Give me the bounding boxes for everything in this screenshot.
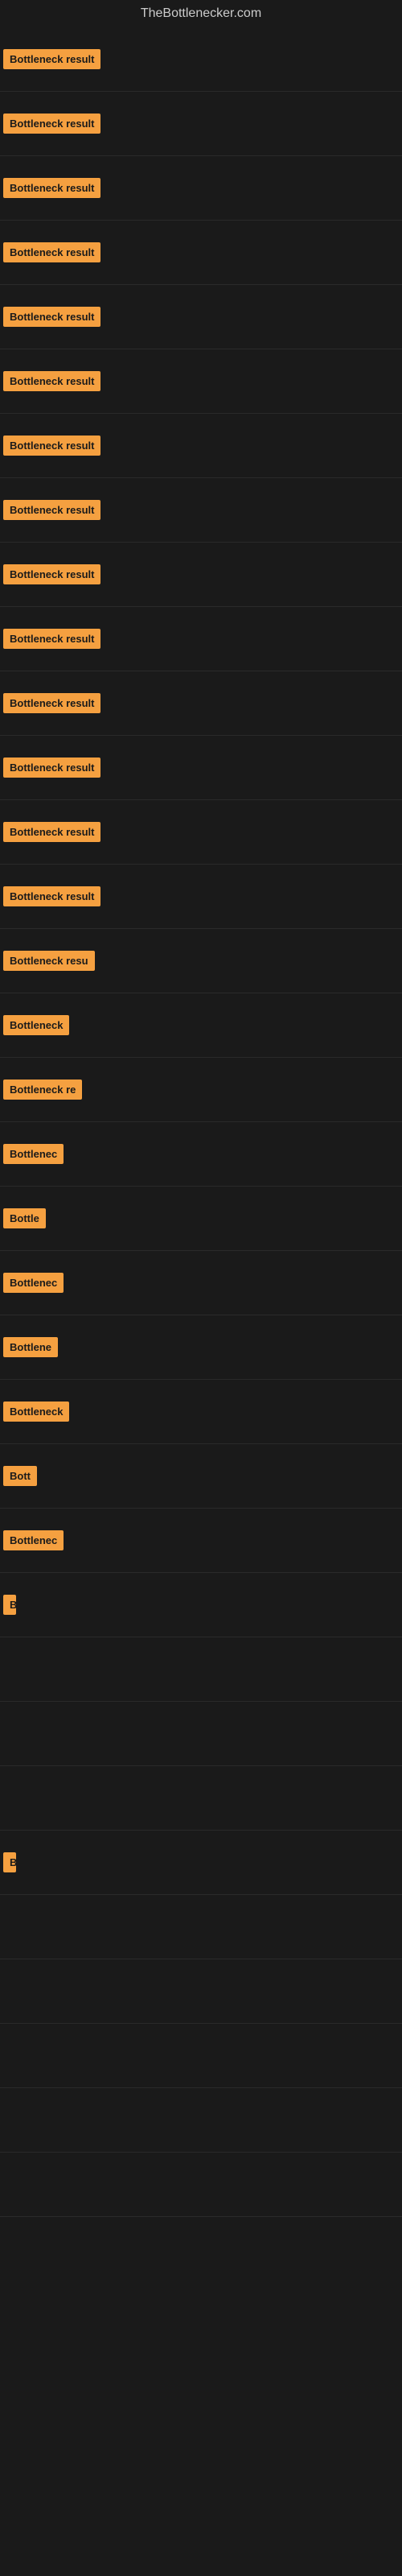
list-item (0, 1702, 402, 1766)
list-item: Bottlenec (0, 1509, 402, 1573)
bottleneck-badge[interactable]: Bottlenec (3, 1144, 64, 1164)
list-item (0, 2153, 402, 2217)
list-item: Bottleneck result (0, 543, 402, 607)
list-item (0, 2024, 402, 2088)
bottleneck-badge[interactable]: Bottleneck result (3, 242, 100, 262)
list-item: Bottleneck result (0, 156, 402, 221)
bottleneck-badge[interactable]: Bottleneck (3, 1402, 69, 1422)
list-item: Bottleneck result (0, 285, 402, 349)
bottleneck-badge[interactable]: Bottlene (3, 1337, 58, 1357)
site-title: TheBottlenecker.com (0, 0, 402, 27)
list-item: Bottleneck result (0, 865, 402, 929)
list-item: Bottleneck result (0, 27, 402, 92)
list-item: Bottleneck result (0, 478, 402, 543)
bottleneck-badge[interactable]: Bott (3, 1466, 37, 1486)
list-item: Bott (0, 1444, 402, 1509)
bottleneck-badge[interactable]: Bottleneck result (3, 758, 100, 778)
bottleneck-badge[interactable]: Bottleneck result (3, 693, 100, 713)
list-item (0, 1895, 402, 1959)
bottleneck-badge[interactable]: B (3, 1595, 16, 1615)
list-item: Bottle (0, 1187, 402, 1251)
bottleneck-badge[interactable]: Bottleneck result (3, 49, 100, 69)
bottleneck-badge[interactable]: Bottlenec (3, 1273, 64, 1293)
list-item: Bottleneck result (0, 221, 402, 285)
list-item: Bottleneck result (0, 414, 402, 478)
bottleneck-badge[interactable]: Bottleneck resu (3, 951, 95, 971)
list-item: B (0, 1573, 402, 1637)
bottleneck-badge[interactable]: Bottleneck result (3, 307, 100, 327)
bottleneck-badge[interactable]: Bottleneck result (3, 822, 100, 842)
bottleneck-badge[interactable]: Bottle (3, 1208, 46, 1228)
list-item: Bottleneck result (0, 607, 402, 671)
list-item: Bottleneck (0, 993, 402, 1058)
list-item: Bottlenec (0, 1251, 402, 1315)
bottleneck-badge[interactable]: Bottleneck result (3, 436, 100, 456)
bottleneck-badge[interactable]: Bottleneck result (3, 629, 100, 649)
bottleneck-badge[interactable]: Bottlenec (3, 1530, 64, 1550)
list-item: Bottleneck result (0, 92, 402, 156)
list-item: Bottleneck re (0, 1058, 402, 1122)
bottleneck-badge[interactable]: Bottleneck result (3, 500, 100, 520)
list-item (0, 2088, 402, 2153)
bottleneck-badge[interactable]: Bottleneck (3, 1015, 69, 1035)
list-item (0, 1766, 402, 1831)
bottleneck-list: Bottleneck result Bottleneck result Bottle… (0, 27, 402, 2217)
list-item: Bottleneck (0, 1380, 402, 1444)
list-item: Bottleneck result (0, 800, 402, 865)
list-item: Bottlenec (0, 1122, 402, 1187)
bottleneck-badge[interactable]: Bottleneck result (3, 178, 100, 198)
list-item: Bottlene (0, 1315, 402, 1380)
bottleneck-badge[interactable]: Bottleneck result (3, 371, 100, 391)
list-item: Bottleneck result (0, 736, 402, 800)
bottleneck-badge[interactable]: B (3, 1852, 16, 1872)
bottleneck-badge[interactable]: Bottleneck result (3, 564, 100, 584)
list-item: B (0, 1831, 402, 1895)
bottleneck-badge[interactable]: Bottleneck re (3, 1080, 82, 1100)
list-item (0, 1637, 402, 1702)
list-item: Bottleneck resu (0, 929, 402, 993)
list-item (0, 1959, 402, 2024)
list-item: Bottleneck result (0, 349, 402, 414)
bottleneck-badge[interactable]: Bottleneck result (3, 114, 100, 134)
bottleneck-badge[interactable]: Bottleneck result (3, 886, 100, 906)
list-item: Bottleneck result (0, 671, 402, 736)
